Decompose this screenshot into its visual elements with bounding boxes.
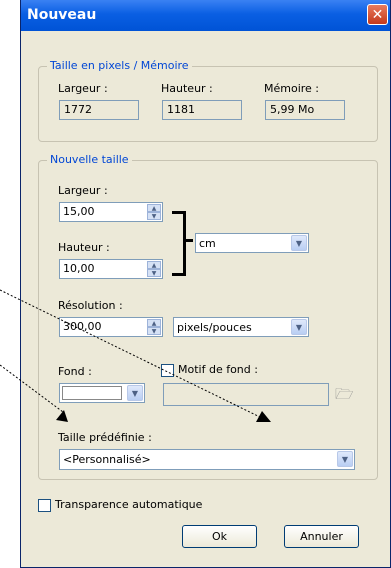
spin-up-icon[interactable]: ▲ [147, 319, 161, 327]
height-value[interactable]: 10,00 [63, 262, 95, 276]
height-stepper[interactable]: 10,00 ▲ ▼ [59, 259, 163, 279]
link-bracket [172, 211, 186, 276]
memory-field: 5,99 Mo [265, 100, 345, 120]
height-label: Hauteur : [58, 241, 110, 254]
folder-open-icon: 🗁 [335, 385, 354, 403]
new-size-group: Nouvelle taille Largeur : 15,00 ▲ ▼ Haut… [38, 153, 378, 480]
new-size-legend: Nouvelle taille [47, 153, 132, 166]
background-label: Fond : [58, 365, 92, 378]
pattern-path-field [163, 383, 329, 406]
pattern-checkbox[interactable] [161, 364, 174, 377]
preset-size-select[interactable]: <Personnalisé> ▼ [59, 449, 355, 470]
new-image-dialog: Nouveau ✕ Taille en pixels / Mémoire Lar… [20, 0, 391, 568]
chevron-down-icon[interactable]: ▼ [291, 319, 307, 335]
close-icon: ✕ [371, 7, 384, 23]
pixel-height-field: 1181 [162, 100, 242, 120]
background-color-swatch [62, 386, 122, 400]
spin-down-icon[interactable]: ▼ [147, 212, 161, 220]
ok-button[interactable]: Ok [182, 525, 257, 548]
dialog-title: Nouveau [27, 7, 97, 23]
unit-value: cm [199, 237, 216, 250]
width-value[interactable]: 15,00 [63, 205, 95, 219]
pixel-size-legend: Taille en pixels / Mémoire [47, 59, 192, 72]
preset-value: <Personnalisé> [63, 453, 151, 466]
unit-select[interactable]: cm ▼ [195, 233, 309, 253]
chevron-down-icon[interactable]: ▼ [291, 235, 307, 251]
pixel-width-field: 1772 [59, 100, 139, 120]
pixel-size-group: Taille en pixels / Mémoire Largeur : 177… [38, 59, 378, 142]
auto-transparency-checkbox[interactable] [38, 499, 51, 512]
spin-down-icon[interactable]: ▼ [147, 327, 161, 335]
close-button[interactable]: ✕ [367, 4, 388, 25]
title-bar[interactable]: Nouveau ✕ [21, 0, 390, 31]
pixel-height-label: Hauteur : [161, 82, 213, 95]
pixel-width-label: Largeur : [58, 82, 108, 95]
width-label: Largeur : [58, 184, 108, 197]
resolution-stepper[interactable]: 300,00 ▲ ▼ [59, 317, 163, 337]
background-color-select[interactable]: ▼ [59, 383, 145, 403]
spin-up-icon[interactable]: ▲ [147, 261, 161, 269]
spin-down-icon[interactable]: ▼ [147, 269, 161, 277]
resolution-unit-select[interactable]: pixels/pouces ▼ [173, 317, 309, 337]
memory-label: Mémoire : [264, 82, 320, 95]
spin-up-icon[interactable]: ▲ [147, 204, 161, 212]
pattern-label: Motif de fond : [178, 363, 258, 376]
chevron-down-icon[interactable]: ▼ [127, 385, 143, 401]
cancel-button[interactable]: Annuler [284, 525, 359, 548]
chevron-down-icon[interactable]: ▼ [337, 451, 353, 467]
resolution-value[interactable]: 300,00 [63, 320, 102, 334]
preset-label: Taille prédéfinie : [58, 431, 152, 444]
resolution-label: Résolution : [58, 299, 123, 312]
resolution-unit-value: pixels/pouces [177, 321, 252, 334]
link-bracket-tick [186, 239, 193, 242]
auto-transparency-label: Transparence automatique [55, 498, 203, 511]
width-stepper[interactable]: 15,00 ▲ ▼ [59, 202, 163, 222]
